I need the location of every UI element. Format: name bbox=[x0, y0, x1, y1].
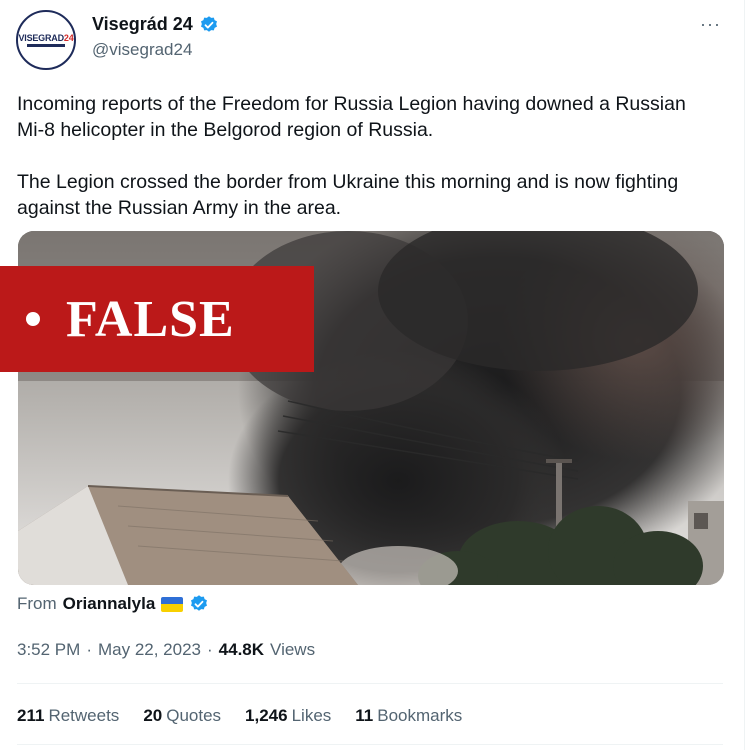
divider bbox=[17, 744, 723, 745]
views-label[interactable]: Views bbox=[270, 640, 315, 660]
stat-quotes[interactable]: 20 Quotes bbox=[143, 706, 221, 726]
author-name[interactable]: Visegrád 24 bbox=[92, 14, 193, 35]
media-source-prefix: From bbox=[17, 594, 57, 613]
tweet-time[interactable]: 3:52 PM bbox=[17, 640, 80, 660]
stat-retweets[interactable]: 211 Retweets bbox=[17, 706, 119, 726]
tweet-paragraph-1: Incoming reports of the Freedom for Russ… bbox=[17, 93, 686, 141]
tweet-date[interactable]: May 22, 2023 bbox=[98, 640, 201, 660]
stat-label: Retweets bbox=[48, 706, 120, 725]
divider bbox=[17, 683, 723, 684]
verified-badge-icon bbox=[200, 15, 217, 32]
stat-likes[interactable]: 1,246 Likes bbox=[245, 706, 331, 726]
stat-count: 1,246 bbox=[245, 706, 288, 725]
engagement-stats: 211 Retweets 20 Quotes 1,246 Likes 11 Bo… bbox=[17, 706, 486, 726]
meta-separator: · bbox=[207, 640, 213, 659]
false-label: FALSE bbox=[66, 290, 235, 348]
stat-label: Quotes bbox=[166, 706, 222, 725]
ukraine-flag-icon bbox=[161, 596, 184, 612]
bullet-dot bbox=[26, 312, 40, 326]
author-handle[interactable]: @visegrad24 bbox=[92, 40, 192, 60]
avatar-logo-text: VISEGRAD24 bbox=[18, 33, 74, 43]
author-name-row[interactable]: Visegrád 24 bbox=[92, 14, 219, 35]
stat-bookmarks[interactable]: 11 Bookmarks bbox=[355, 706, 462, 726]
meta-separator: · bbox=[86, 640, 92, 659]
stat-count: 20 bbox=[143, 706, 163, 725]
media-source: From Oriannalyla bbox=[17, 594, 209, 614]
stat-count: 211 bbox=[17, 706, 45, 725]
right-border bbox=[744, 0, 745, 750]
avatar[interactable]: VISEGRAD24 bbox=[16, 10, 76, 70]
media-source-user[interactable]: Oriannalyla bbox=[63, 594, 156, 614]
avatar-logo-bar bbox=[27, 44, 65, 47]
views-count[interactable]: 44.8K bbox=[219, 640, 264, 660]
stat-label: Bookmarks bbox=[377, 706, 463, 725]
tweet-text: Incoming reports of the Freedom for Russ… bbox=[17, 91, 717, 221]
verified-badge-icon bbox=[191, 595, 208, 611]
more-icon[interactable]: ··· bbox=[700, 14, 721, 35]
tweet-meta: 3:52 PM · May 22, 2023 · 44.8K Views bbox=[17, 640, 315, 660]
tweet-paragraph-2: The Legion crossed the border from Ukrai… bbox=[17, 171, 679, 219]
false-label-banner: FALSE bbox=[0, 266, 314, 372]
stat-label: Likes bbox=[291, 706, 332, 725]
stat-count: 11 bbox=[355, 706, 374, 725]
